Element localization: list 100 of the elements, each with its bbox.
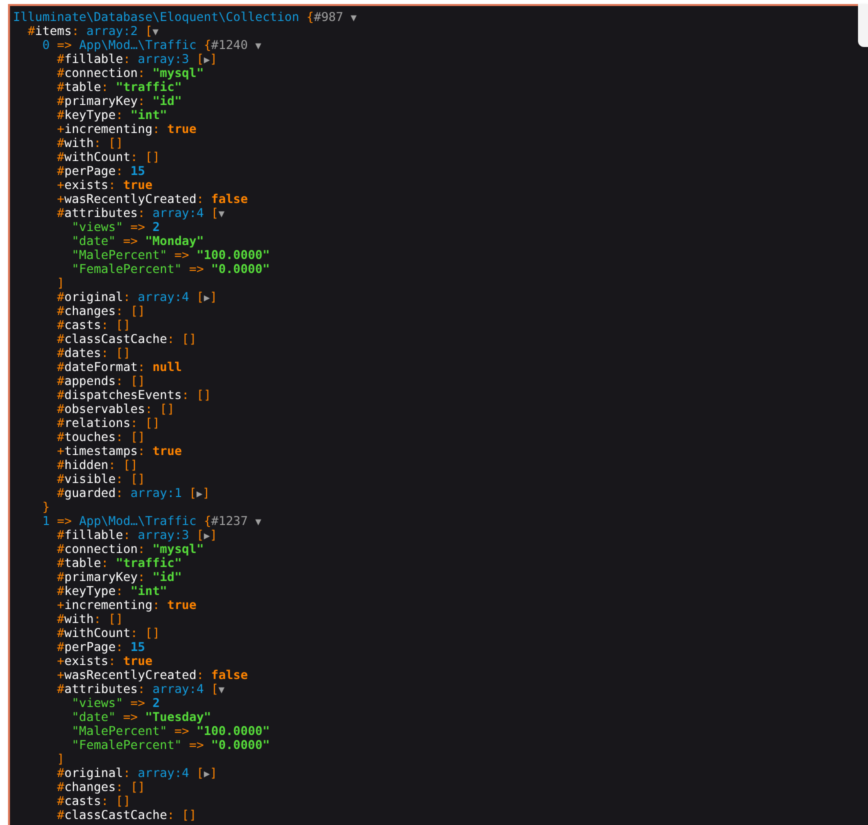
property-name: #classCastCache: bbox=[57, 808, 176, 822]
property-name: #table: bbox=[57, 80, 110, 94]
value-text: array:4 bbox=[152, 682, 204, 696]
property-name: #keyType: bbox=[57, 108, 124, 122]
toggle-arrow[interactable]: ▼ bbox=[255, 517, 262, 528]
property-name: "MalePercent" => bbox=[72, 724, 190, 738]
bracket-close: ] bbox=[57, 752, 64, 766]
toggle-arrow[interactable]: ▼ bbox=[152, 27, 158, 38]
property-name: #with: bbox=[57, 612, 102, 626]
bracket-open: [ bbox=[196, 290, 204, 304]
value-text: [] bbox=[116, 318, 130, 332]
property-name: #classCastCache: bbox=[57, 332, 176, 346]
value-text: "0.0000" bbox=[211, 738, 270, 752]
value-text: "mysql" bbox=[152, 66, 204, 80]
value-text: true bbox=[152, 444, 182, 458]
property-name: "date" => bbox=[72, 710, 139, 724]
value-text: "Tuesday" bbox=[145, 710, 212, 724]
value-text: 2 bbox=[152, 696, 160, 710]
property-name: #changes: bbox=[57, 304, 124, 318]
value-text: "int" bbox=[130, 108, 168, 122]
bracket-open: [ bbox=[211, 206, 218, 220]
toggle-arrow[interactable]: ▶ bbox=[204, 293, 210, 304]
value-text: true bbox=[167, 122, 196, 136]
property-name: +wasRecentlyCreated: bbox=[57, 668, 205, 682]
bracket-open: [ bbox=[189, 486, 196, 500]
bracket-open: [ bbox=[196, 528, 204, 542]
property-name: #hidden: bbox=[57, 458, 117, 472]
value-text: array:4 bbox=[138, 766, 190, 780]
value-text: "traffic" bbox=[116, 80, 182, 94]
property-name: #primaryKey: bbox=[57, 570, 146, 584]
value-text: [] bbox=[116, 794, 130, 808]
value-text: [] bbox=[108, 612, 124, 626]
bracket-open: {#1240 bbox=[204, 38, 248, 52]
value-text: "traffic" bbox=[116, 556, 182, 570]
value-text: [] bbox=[130, 374, 146, 388]
value-text: true bbox=[123, 654, 152, 668]
property-name: #dates: bbox=[57, 346, 110, 360]
property-name: #perPage: bbox=[57, 164, 124, 178]
value-text: array:3 bbox=[138, 52, 190, 66]
property-name: "FemalePercent" => bbox=[72, 738, 205, 752]
property-name: #observables: bbox=[57, 402, 154, 416]
value-text: [] bbox=[108, 136, 124, 150]
value-text: [] bbox=[196, 388, 212, 402]
toggle-arrow[interactable]: ▼ bbox=[218, 685, 225, 696]
property-name: 1 => bbox=[42, 514, 73, 528]
bracket-open: [ bbox=[196, 52, 204, 66]
property-name: #items: bbox=[28, 24, 80, 38]
property-name: 0 => bbox=[42, 38, 73, 52]
property-name: +exists: bbox=[57, 178, 117, 192]
side-panel bbox=[858, 4, 868, 47]
property-name: "date" => bbox=[72, 234, 139, 248]
value-text: [] bbox=[145, 626, 160, 640]
bracket-open: {#987 bbox=[306, 10, 344, 24]
bracket-close: ] bbox=[57, 276, 64, 290]
value-text: array:4 bbox=[138, 290, 190, 304]
toggle-arrow[interactable]: ▶ bbox=[204, 55, 210, 66]
property-name: "views" => bbox=[72, 696, 146, 710]
value-text: false bbox=[211, 668, 248, 682]
property-name: #dateFormat: bbox=[57, 360, 146, 374]
value-text: true bbox=[123, 178, 152, 192]
toggle-arrow[interactable]: ▶ bbox=[204, 531, 210, 542]
property-name: #fillable: bbox=[57, 52, 132, 66]
property-name: #withCount: bbox=[57, 626, 139, 640]
toggle-arrow[interactable]: ▼ bbox=[350, 13, 357, 24]
property-name: +incrementing: bbox=[57, 122, 161, 136]
property-name: #original: bbox=[57, 290, 132, 304]
toggle-arrow[interactable]: ▶ bbox=[204, 769, 210, 780]
property-name: #connection: bbox=[57, 542, 146, 556]
bracket-open: [ bbox=[211, 682, 218, 696]
value-text: [] bbox=[130, 430, 146, 444]
property-name: #touches: bbox=[57, 430, 124, 444]
property-name: #casts: bbox=[57, 794, 110, 808]
property-name: #attributes: bbox=[57, 682, 146, 696]
class-name: App\Mod…\Traffic bbox=[79, 38, 196, 52]
toggle-arrow[interactable]: ▼ bbox=[255, 41, 262, 52]
value-text: 2 bbox=[152, 220, 160, 234]
property-name: #appends: bbox=[57, 374, 124, 388]
property-name: #fillable: bbox=[57, 528, 132, 542]
property-name: +timestamps: bbox=[57, 444, 146, 458]
value-text: [] bbox=[145, 150, 160, 164]
bracket-close: ] bbox=[210, 766, 218, 780]
toggle-arrow[interactable]: ▼ bbox=[218, 209, 225, 220]
value-text: true bbox=[167, 598, 196, 612]
property-name: #with: bbox=[57, 136, 102, 150]
value-text: [] bbox=[145, 416, 160, 430]
bracket-close: ] bbox=[210, 52, 218, 66]
property-name: #keyType: bbox=[57, 584, 124, 598]
property-name: #connection: bbox=[57, 66, 146, 80]
value-text: [] bbox=[130, 304, 146, 318]
bracket-close: ] bbox=[202, 486, 210, 500]
value-text: 15 bbox=[130, 164, 146, 178]
toggle-arrow[interactable]: ▶ bbox=[196, 489, 203, 500]
value-text: array:1 bbox=[130, 486, 182, 500]
value-text: array:4 bbox=[152, 206, 204, 220]
property-name: #attributes: bbox=[57, 206, 146, 220]
class-name: Illuminate\Database\Eloquent\Collection bbox=[13, 10, 300, 24]
value-text: array:2 bbox=[86, 24, 138, 38]
value-text: [] bbox=[160, 402, 174, 416]
property-name: "FemalePercent" => bbox=[72, 262, 205, 276]
value-text: [] bbox=[182, 808, 196, 822]
